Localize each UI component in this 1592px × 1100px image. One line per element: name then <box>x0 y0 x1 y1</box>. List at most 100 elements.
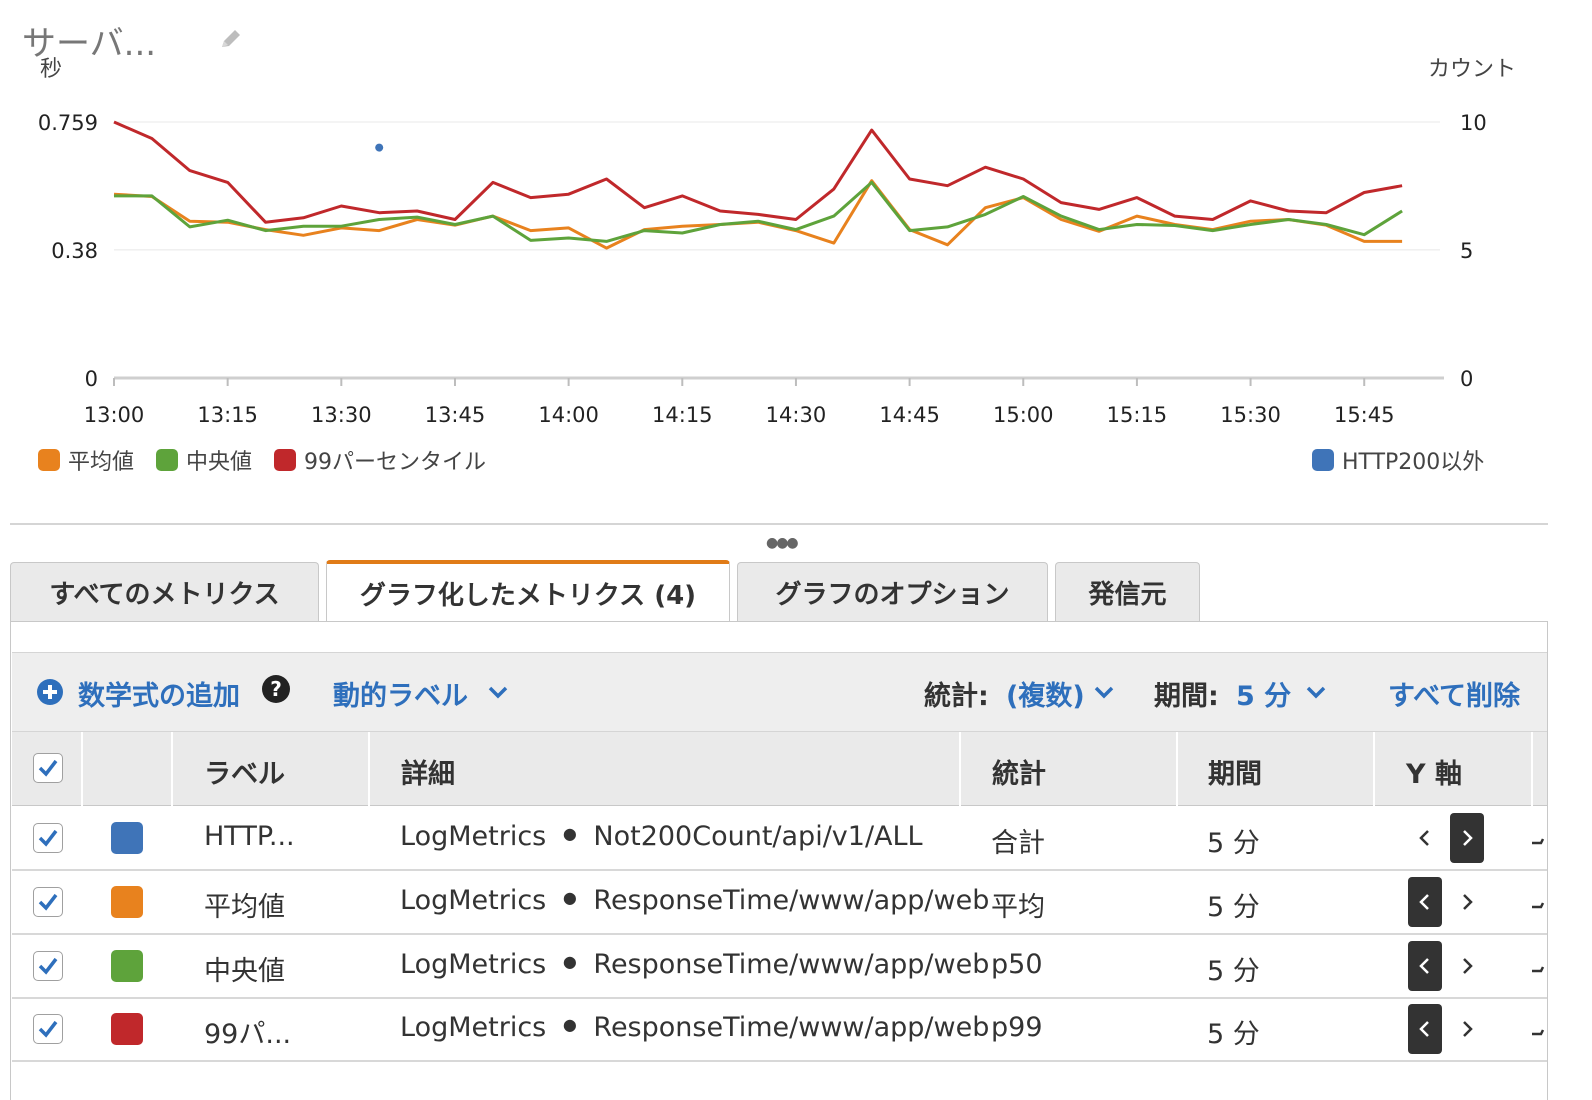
column-header-yaxis[interactable]: Y 軸 <box>1406 752 1462 791</box>
legend-swatch <box>274 449 297 471</box>
y-axis-left-button[interactable] <box>1408 813 1442 863</box>
legend-label: HTTP200以外 <box>1342 450 1485 475</box>
chevron-down-icon[interactable] <box>1092 684 1116 700</box>
stat-dropdown[interactable]: (複数) <box>1006 674 1085 713</box>
period-label: 期間: <box>1154 681 1219 712</box>
truncated-action-icon[interactable] <box>1531 1017 1545 1037</box>
tab-graphed-metrics[interactable]: グラフ化したメトリクス (4) <box>326 560 730 623</box>
y-axis-right-title: カウント <box>1428 57 1516 82</box>
y-axis-left-title: 秒 <box>40 57 62 82</box>
row-checkbox[interactable] <box>33 886 63 917</box>
row-metric: ResponseTime/www/app/web <box>593 884 990 916</box>
truncated-action-icon[interactable] <box>1531 954 1545 974</box>
pencil-icon[interactable] <box>218 26 244 52</box>
row-checkbox[interactable] <box>33 950 63 981</box>
series-line <box>113 120 1403 224</box>
x-tick-label: 15:00 <box>993 403 1054 427</box>
chevron-right-icon <box>1463 957 1473 974</box>
x-tick-label: 13:15 <box>197 403 258 427</box>
row-stat[interactable]: 平均 <box>991 885 1045 924</box>
row-divider <box>12 869 1547 871</box>
y-axis-right-button[interactable] <box>1450 941 1484 991</box>
tab-all-metrics[interactable]: すべてのメトリクス <box>10 562 319 622</box>
chevron-right-icon <box>1463 893 1473 910</box>
column-header-period[interactable]: 期間 <box>1208 752 1262 791</box>
row-period[interactable]: 5 分 <box>1207 949 1260 988</box>
row-stat[interactable]: p50 <box>991 949 1043 980</box>
chevron-left-icon <box>1419 1020 1429 1037</box>
row-checkbox[interactable] <box>33 1013 63 1044</box>
delete-all-button[interactable]: すべて削除 <box>1388 674 1520 713</box>
separator-dot-icon: ● <box>562 1014 577 1034</box>
x-tick-label: 13:00 <box>84 403 145 427</box>
column-divider <box>368 732 370 806</box>
y-axis-right-button[interactable] <box>1450 1004 1484 1054</box>
dynamic-label-dropdown[interactable]: 動的ラベル <box>333 674 468 713</box>
row-stat[interactable]: p99 <box>991 1012 1043 1043</box>
legend-left: 平均値 中央値 99パーセンタイル <box>38 444 508 476</box>
row-period[interactable]: 5 分 <box>1207 885 1260 924</box>
row-details: LogMetrics ● ResponseTime/www/app/web <box>400 949 989 980</box>
legend-label: 中央値 <box>186 450 253 475</box>
period-dropdown[interactable]: 5 分 <box>1236 674 1291 713</box>
row-label[interactable]: 99パ... <box>204 1012 291 1051</box>
plus-circle-icon[interactable] <box>36 678 64 706</box>
row-stat[interactable]: 合計 <box>991 821 1045 860</box>
y-axis-right-button[interactable] <box>1450 877 1484 927</box>
column-header-label[interactable]: ラベル <box>204 752 285 791</box>
column-header-details[interactable]: 詳細 <box>401 752 455 791</box>
row-label[interactable]: HTTP... <box>204 821 295 852</box>
panel-divider <box>10 523 1548 525</box>
chevron-down-icon[interactable] <box>1304 684 1328 700</box>
legend-item-p99[interactable]: 99パーセンタイル <box>274 444 486 476</box>
column-divider <box>1531 732 1533 806</box>
x-tick-label: 14:30 <box>766 403 827 427</box>
legend-label: 99パーセンタイル <box>304 450 487 475</box>
x-tick-label: 14:15 <box>652 403 713 427</box>
y-axis-left-button[interactable] <box>1408 940 1442 991</box>
legend-item-average[interactable]: 平均値 <box>38 444 134 476</box>
row-metric: ResponseTime/www/app/web <box>593 948 990 980</box>
tab-source[interactable]: 発信元 <box>1055 562 1200 622</box>
series-color-swatch[interactable] <box>111 1012 143 1045</box>
column-header-stat[interactable]: 統計 <box>992 752 1046 791</box>
tab-graph-options[interactable]: グラフのオプション <box>737 562 1048 622</box>
row-label[interactable]: 中央値 <box>204 949 285 988</box>
series-color-swatch[interactable] <box>111 885 143 918</box>
stat-label: 統計: <box>924 681 989 712</box>
row-details: LogMetrics ● ResponseTime/www/app/web <box>400 885 989 916</box>
help-glyph: ? <box>270 677 282 701</box>
legend-swatch <box>1312 449 1334 471</box>
legend-swatch <box>156 449 179 471</box>
row-period[interactable]: 5 分 <box>1207 821 1260 860</box>
chevron-down-icon[interactable] <box>486 684 510 700</box>
series-color-swatch[interactable] <box>111 821 143 854</box>
x-tick-label: 15:15 <box>1107 403 1168 427</box>
row-period[interactable]: 5 分 <box>1207 1012 1260 1051</box>
y-tick-label-left: 0.759 <box>38 111 98 135</box>
y-tick-label-right: 10 <box>1460 111 1487 135</box>
row-namespace: LogMetrics <box>400 1011 547 1043</box>
legend-item-median[interactable]: 中央値 <box>156 444 252 476</box>
checkmark-icon <box>38 759 58 777</box>
truncated-action-icon[interactable] <box>1531 826 1545 846</box>
resize-grip-icon[interactable]: ●●● <box>766 535 799 551</box>
y-axis-right-button[interactable] <box>1450 812 1484 863</box>
y-axis-left-button[interactable] <box>1408 1003 1442 1054</box>
help-circle-icon[interactable]: ? <box>262 675 290 703</box>
legend-item-non200[interactable]: HTTP200以外 <box>1312 444 1484 476</box>
x-tick-label: 13:45 <box>425 403 486 427</box>
y-tick-label-left: 0 <box>85 367 98 391</box>
select-all-checkbox[interactable] <box>33 753 63 783</box>
x-tick-label: 13:30 <box>311 403 372 427</box>
separator-dot-icon: ● <box>562 823 577 843</box>
row-label[interactable]: 平均値 <box>204 885 285 924</box>
add-math-button[interactable]: 数学式の追加 <box>78 674 240 713</box>
checkmark-icon <box>38 1020 58 1038</box>
truncated-action-icon[interactable] <box>1531 890 1545 910</box>
y-axis-left-button[interactable] <box>1408 876 1442 927</box>
y-tick-label-left: 0.38 <box>51 239 98 263</box>
row-checkbox[interactable] <box>33 822 63 853</box>
row-namespace: LogMetrics <box>400 948 547 980</box>
series-color-swatch[interactable] <box>111 949 143 982</box>
